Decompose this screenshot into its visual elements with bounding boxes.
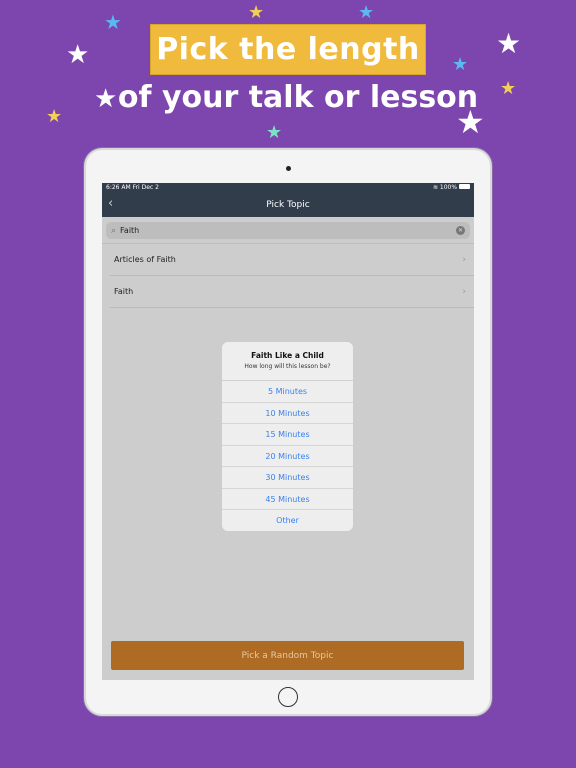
star-icon: ★ [496, 27, 522, 60]
option-10-minutes[interactable]: 10 Minutes [222, 403, 353, 424]
banner-title: Pick the length [150, 24, 426, 75]
star-icon: ★ [358, 2, 375, 23]
star-icon: ★ [248, 2, 265, 23]
status-bar: 6:26 AM Fri Dec 2 ≋ 100% [102, 183, 474, 193]
star-icon: ★ [66, 40, 90, 70]
camera [286, 166, 291, 171]
home-button[interactable] [278, 687, 298, 707]
option-5-minutes[interactable]: 5 Minutes [222, 381, 353, 403]
clear-icon[interactable]: ✕ [456, 226, 465, 235]
chevron-left-icon[interactable]: ‹ [108, 196, 113, 211]
topic-row[interactable]: Articles of Faith › [110, 244, 474, 276]
banner-subtitle: of your talk or lesson [117, 80, 479, 115]
battery-level: 100% [439, 184, 458, 191]
option-other[interactable]: Other [222, 510, 353, 531]
dialog-title: Faith Like a Child [251, 351, 324, 360]
length-dialog: Faith Like a Child How long will this le… [222, 342, 353, 531]
random-topic-button[interactable]: Pick a Random Topic [111, 641, 464, 670]
topic-label: Articles of Faith [114, 255, 176, 264]
status-time: 6:26 AM Fri Dec 2 [106, 184, 159, 191]
topic-row[interactable]: Faith › [110, 276, 474, 308]
star-icon: ★ [104, 10, 122, 34]
star-icon: ★ [266, 122, 283, 143]
wifi-icon: ≋ [432, 184, 440, 191]
search-input[interactable]: ⌕ Faith ✕ [106, 222, 470, 239]
nav-bar: ‹ Pick Topic [102, 193, 474, 217]
topic-label: Faith [114, 287, 134, 296]
chevron-right-icon: › [462, 286, 466, 297]
option-15-minutes[interactable]: 15 Minutes [222, 424, 353, 446]
option-45-minutes[interactable]: 45 Minutes [222, 489, 353, 510]
chevron-right-icon: › [462, 254, 466, 265]
dialog-message: How long will this lesson be? [244, 363, 331, 370]
option-30-minutes[interactable]: 30 Minutes [222, 467, 353, 489]
nav-title: Pick Topic [266, 200, 310, 210]
app-screen: 6:26 AM Fri Dec 2 ≋ 100% ‹ Pick Topic ⌕ … [102, 183, 474, 680]
search-value: Faith [120, 226, 140, 235]
battery-icon [459, 184, 470, 189]
star-icon: ★ [452, 54, 469, 75]
search-icon: ⌕ [111, 225, 117, 236]
option-20-minutes[interactable]: 20 Minutes [222, 446, 353, 467]
